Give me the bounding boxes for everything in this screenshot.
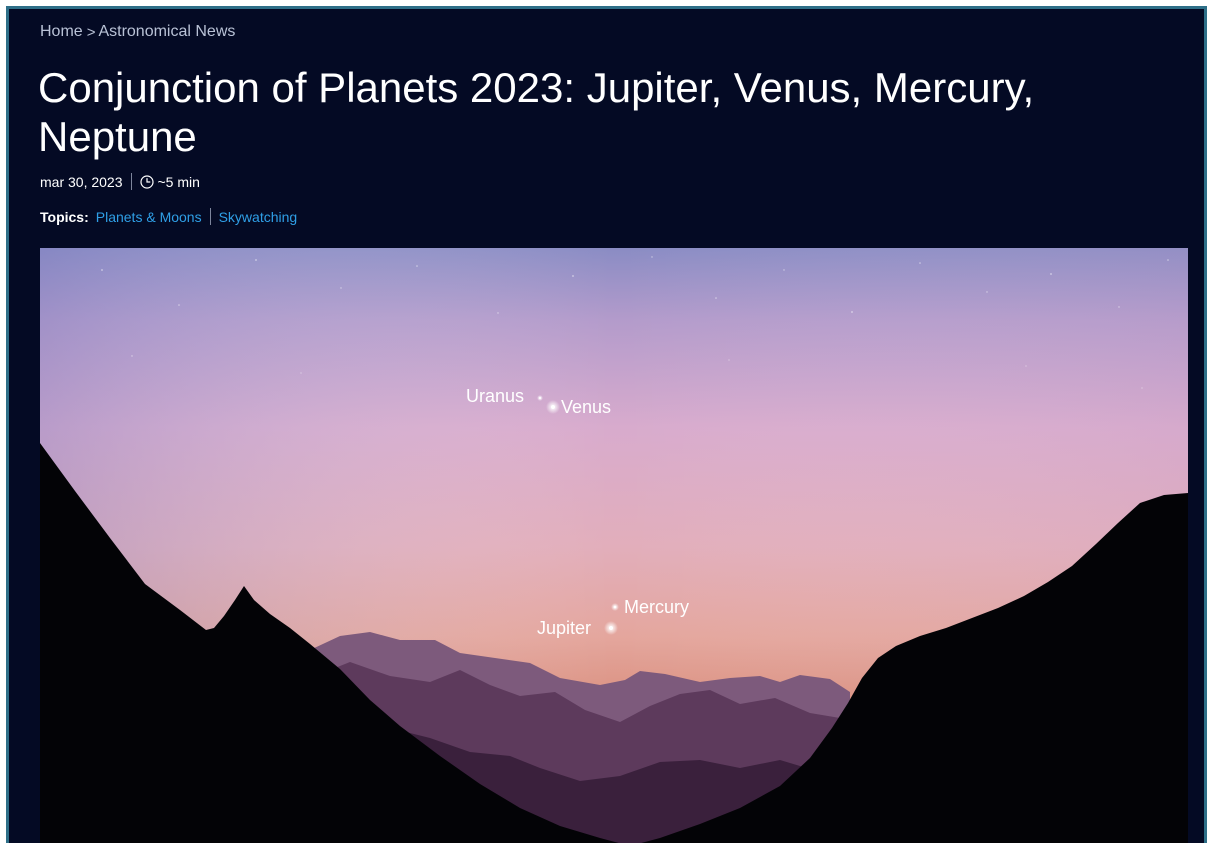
topic-link-planets-moons[interactable]: Planets & Moons bbox=[96, 209, 202, 225]
mercury-label: Mercury bbox=[624, 597, 689, 617]
chevron-right-icon: > bbox=[86, 23, 96, 41]
topics-label: Topics: bbox=[40, 208, 89, 225]
hero-image: Uranus Venus Mercury Jupiter bbox=[40, 248, 1188, 843]
breadcrumb-home-link[interactable]: Home bbox=[40, 23, 83, 41]
uranus-label: Uranus bbox=[466, 386, 524, 406]
conjunction-sky-illustration: Uranus Venus Mercury Jupiter bbox=[40, 248, 1188, 843]
mercury-marker bbox=[611, 603, 619, 611]
breadcrumb: Home > Astronomical News bbox=[40, 23, 235, 41]
meta-divider bbox=[130, 173, 132, 190]
jupiter-label: Jupiter bbox=[537, 618, 591, 638]
clock-icon bbox=[139, 174, 154, 189]
venus-marker bbox=[546, 400, 560, 414]
topics-divider bbox=[209, 208, 211, 225]
breadcrumb-section-link[interactable]: Astronomical News bbox=[98, 23, 235, 41]
browser-window: Home > Astronomical News Conjunction of … bbox=[6, 6, 1207, 843]
jupiter-marker bbox=[604, 621, 618, 635]
venus-label: Venus bbox=[561, 397, 611, 417]
topics-row: Topics: Planets & Moons Skywatching bbox=[40, 208, 297, 225]
read-time: ~5 min bbox=[157, 173, 200, 190]
uranus-marker bbox=[537, 395, 543, 401]
topic-link-skywatching[interactable]: Skywatching bbox=[219, 209, 298, 225]
article-meta: mar 30, 2023 ~5 min bbox=[40, 173, 200, 190]
page-title: Conjunction of Planets 2023: Jupiter, Ve… bbox=[38, 64, 1035, 160]
publish-date: mar 30, 2023 bbox=[40, 173, 123, 190]
